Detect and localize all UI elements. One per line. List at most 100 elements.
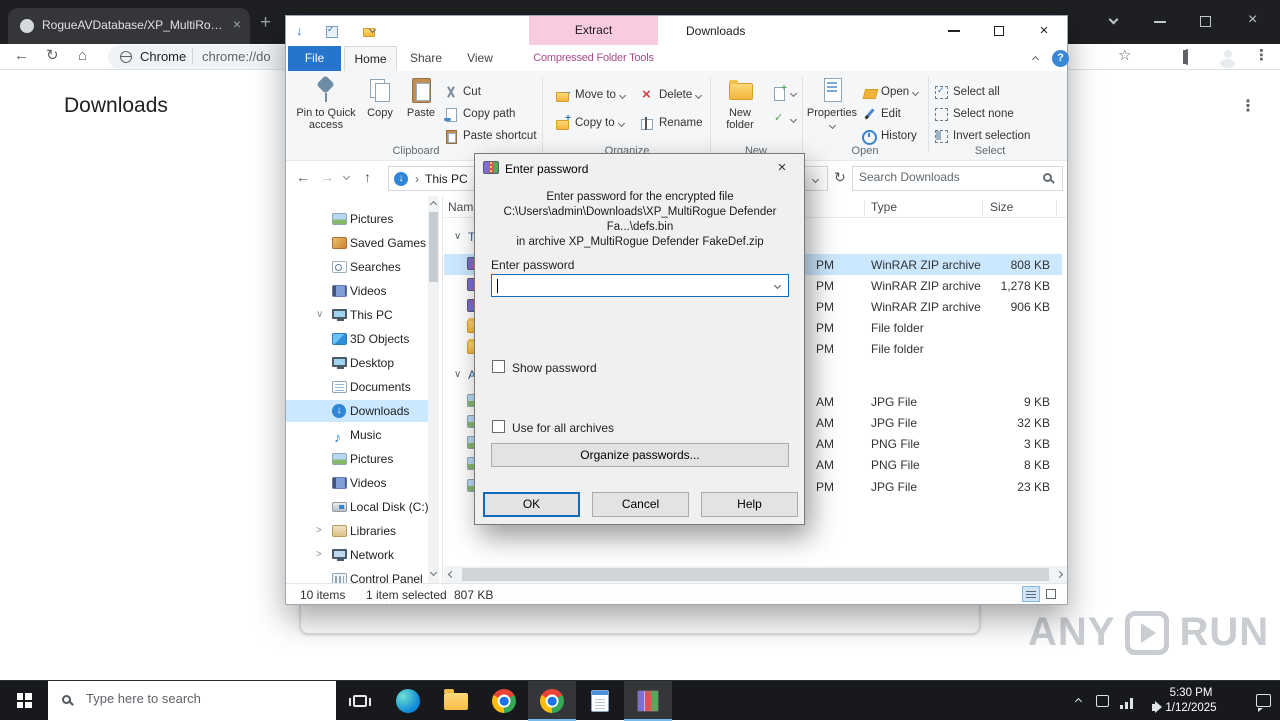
scrollbar-thumb[interactable] xyxy=(429,212,438,282)
sidebar-item-searches[interactable]: Searches xyxy=(286,256,428,278)
side-panel-icon[interactable] xyxy=(1186,49,1188,65)
breadcrumb-chevron-icon[interactable]: › xyxy=(415,172,419,186)
scrollbar-thumb[interactable] xyxy=(462,568,1049,581)
help-button[interactable]: Help xyxy=(701,492,798,517)
sidebar-item-saved-games[interactable]: Saved Games xyxy=(286,232,428,254)
refresh-icon[interactable]: ↻ xyxy=(46,48,59,64)
task-view-button[interactable] xyxy=(336,681,384,721)
search-icon[interactable] xyxy=(1043,173,1052,182)
tab-share[interactable]: Share xyxy=(400,46,452,71)
password-combo[interactable] xyxy=(491,274,789,297)
taskbar-chrome-button[interactable] xyxy=(480,681,528,721)
explorer-close-button[interactable]: × xyxy=(1021,16,1067,46)
open-button[interactable]: Open xyxy=(862,82,920,102)
page-menu-kebab-icon[interactable]: ⋮ xyxy=(1240,96,1256,116)
sidebar-item-pictures[interactable]: Pictures xyxy=(286,208,428,230)
dialog-close-icon[interactable]: × xyxy=(760,154,804,182)
nav-back-icon[interactable]: ← xyxy=(296,169,310,185)
sidebar-item-local-disk[interactable]: Local Disk (C:) xyxy=(286,496,429,518)
nav-up-icon[interactable]: ↑ xyxy=(364,169,371,185)
context-tab-group[interactable]: Extract xyxy=(529,16,658,45)
site-info-icon[interactable] xyxy=(120,51,132,63)
scroll-right-icon[interactable] xyxy=(1055,570,1064,579)
select-none-button[interactable]: Select none xyxy=(934,104,1014,124)
show-password-label[interactable]: Show password xyxy=(512,361,597,375)
taskbar-clock[interactable]: 5:30 PM 1/12/2025 xyxy=(1156,686,1226,716)
combo-dropdown-chevron-icon[interactable] xyxy=(773,281,782,290)
new-tab-button[interactable]: + xyxy=(260,12,271,34)
bookmark-star-icon[interactable]: ☆ xyxy=(1118,48,1131,64)
help-icon[interactable]: ? xyxy=(1052,50,1069,67)
breadcrumb-this-pc[interactable]: This PC xyxy=(425,172,468,186)
taskbar-search-box[interactable] xyxy=(48,681,336,721)
expander-icon[interactable]: ∨ xyxy=(316,304,323,326)
taskbar-chrome-active-button[interactable] xyxy=(528,681,576,721)
sidebar-item-downloads[interactable]: Downloads xyxy=(286,400,428,422)
delete-button[interactable]: Delete xyxy=(640,85,703,105)
refresh-address-icon[interactable]: ↻ xyxy=(834,169,846,186)
scroll-up-icon[interactable] xyxy=(429,200,438,209)
browser-menu-kebab-icon[interactable]: ⋮ xyxy=(1254,48,1269,64)
paste-button[interactable]: Paste xyxy=(400,73,442,145)
edit-button[interactable]: Edit xyxy=(862,104,901,124)
easy-access-button[interactable] xyxy=(772,109,798,129)
explorer-minimize-button[interactable] xyxy=(931,16,976,46)
browser-maximize-button[interactable] xyxy=(1200,16,1211,27)
tray-expand-chevron-icon[interactable] xyxy=(1074,697,1083,706)
recent-locations-chevron-icon[interactable] xyxy=(342,172,351,181)
paste-shortcut-button[interactable]: Paste shortcut xyxy=(444,126,537,146)
action-center-icon[interactable] xyxy=(1255,694,1271,712)
column-size[interactable]: Size xyxy=(990,200,1013,214)
properties-button[interactable]: Properties xyxy=(806,73,858,145)
tab-file[interactable]: File xyxy=(288,46,341,71)
show-password-checkbox[interactable] xyxy=(492,360,505,373)
taskbar-notepad-button[interactable] xyxy=(576,681,624,721)
sidebar-item-videos[interactable]: Videos xyxy=(286,280,428,302)
expander-icon[interactable]: > xyxy=(316,544,322,566)
horizontal-scrollbar[interactable] xyxy=(444,566,1067,583)
tab-home[interactable]: Home xyxy=(344,46,397,71)
copy-to-button[interactable]: Copy to xyxy=(556,113,625,133)
back-icon[interactable]: ← xyxy=(14,48,29,64)
sidebar-item-desktop[interactable]: Desktop xyxy=(286,352,428,374)
rename-button[interactable]: Rename xyxy=(640,113,702,133)
scroll-left-icon[interactable] xyxy=(447,570,456,579)
new-folder-button[interactable]: New folder xyxy=(714,73,766,145)
browser-tab[interactable]: RogueAVDatabase/XP_MultiRog... × xyxy=(8,8,250,44)
large-icons-view-button[interactable] xyxy=(1043,586,1061,602)
taskbar-archiver-active-button[interactable] xyxy=(624,681,672,721)
home-icon[interactable]: ⌂ xyxy=(78,48,87,64)
sidebar-item-libraries[interactable]: > Libraries xyxy=(286,520,428,542)
new-item-button[interactable] xyxy=(772,83,798,103)
browser-close-button[interactable]: × xyxy=(1248,11,1257,29)
browser-minimize-button[interactable] xyxy=(1154,21,1166,23)
password-input[interactable] xyxy=(500,277,765,291)
sidebar-item-pictures-2[interactable]: Pictures xyxy=(286,448,428,470)
group-chevron-icon[interactable]: ∨ xyxy=(454,369,461,380)
use-for-all-archives-label[interactable]: Use for all archives xyxy=(512,421,614,435)
pin-to-quick-access-button[interactable]: Pin to Quick access xyxy=(294,73,358,145)
taskbar-edge-button[interactable] xyxy=(384,681,432,721)
sidebar-item-this-pc[interactable]: ∨ This PC xyxy=(286,304,428,326)
column-type[interactable]: Type xyxy=(871,200,897,214)
use-for-all-archives-checkbox[interactable] xyxy=(492,420,505,433)
taskbar-explorer-button[interactable] xyxy=(432,681,480,721)
taskbar-search-input[interactable] xyxy=(86,691,316,706)
select-all-button[interactable]: Select all xyxy=(934,82,1000,102)
move-to-button[interactable]: Move to xyxy=(556,85,626,105)
organize-passwords-button[interactable]: Organize passwords... xyxy=(491,443,789,467)
history-button[interactable]: History xyxy=(862,126,917,146)
sidebar-item-videos-2[interactable]: Videos xyxy=(286,472,428,494)
explorer-search-input[interactable] xyxy=(859,170,1027,184)
nav-scrollbar[interactable] xyxy=(428,196,439,583)
copy-button[interactable]: Copy xyxy=(360,73,400,145)
group-chevron-icon[interactable]: ∨ xyxy=(454,231,461,242)
details-view-button[interactable] xyxy=(1022,586,1040,602)
scroll-down-icon[interactable] xyxy=(429,568,438,577)
ok-button[interactable]: OK xyxy=(483,492,580,517)
expander-icon[interactable]: > xyxy=(316,520,322,542)
tab-view[interactable]: View xyxy=(456,46,504,71)
sidebar-item-documents[interactable]: Documents xyxy=(286,376,428,398)
minimize-ribbon-chevron-icon[interactable] xyxy=(1031,55,1040,64)
tab-close-icon[interactable]: × xyxy=(233,16,241,32)
